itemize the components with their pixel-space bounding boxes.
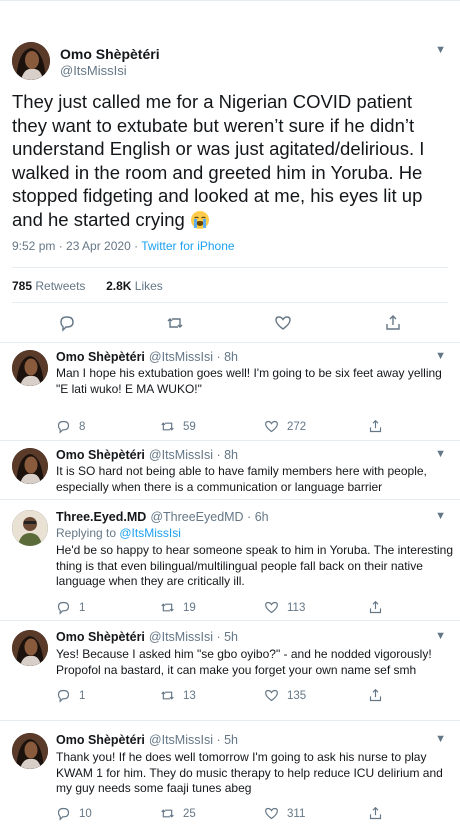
top-border <box>0 0 460 1</box>
reply-count: 8 <box>79 420 86 433</box>
share-button[interactable] <box>368 419 383 434</box>
like-count: 272 <box>287 420 307 433</box>
like-count: 113 <box>287 601 306 614</box>
chevron-down-icon[interactable]: ▼ <box>435 510 446 522</box>
likes-label: Likes <box>134 279 163 293</box>
likes-stat[interactable]: 2.8K Likes <box>106 279 163 293</box>
tweet-timestamp[interactable]: 9:52 pm · 23 Apr 2020 · <box>12 239 141 253</box>
reply-button[interactable]: 8 <box>56 419 85 434</box>
reply-header: Three.Eyed.MD @ThreeEyedMD · 6h <box>56 510 269 524</box>
loudly-crying-face-emoji-icon <box>190 210 210 230</box>
reply-button[interactable]: 1 <box>56 688 85 703</box>
reply-header: Omo Shèpètéri @ItsMissIsi · 8h <box>56 350 238 364</box>
author-avatar[interactable] <box>12 630 48 666</box>
retweets-stat[interactable]: 785 Retweets <box>12 279 85 293</box>
author-avatar[interactable] <box>12 448 48 484</box>
chevron-down-icon[interactable]: ▼ <box>435 630 446 642</box>
reply-header: Omo Shèpètéri @ItsMissIsi · 5h <box>56 733 238 747</box>
retweet-button[interactable]: 19 <box>160 600 196 615</box>
author-avatar[interactable] <box>12 42 50 80</box>
like-button[interactable]: 272 <box>264 419 306 434</box>
retweet-button[interactable]: 59 <box>160 419 196 434</box>
divider <box>12 302 448 303</box>
share-button[interactable] <box>368 688 383 703</box>
reply-header: Omo Shèpètéri @ItsMissIsi · 8h <box>56 448 238 462</box>
reply-text: Yes! Because I asked him "se gbo oyibo?"… <box>56 647 432 677</box>
author-handle[interactable]: @ItsMissIsi <box>60 63 127 78</box>
author-name[interactable]: Omo Shèpètéri <box>56 733 145 747</box>
chevron-down-icon[interactable]: ▼ <box>435 44 446 56</box>
author-name[interactable]: Omo Shèpètéri <box>56 448 145 462</box>
retweet-button[interactable]: 13 <box>160 688 196 703</box>
reply-actions: 10 25 311 <box>56 806 416 822</box>
reply-header: Omo Shèpètéri @ItsMissIsi · 5h <box>56 630 238 644</box>
reply-text: Man I hope his extubation goes well! I'm… <box>56 366 442 396</box>
author-avatar[interactable] <box>12 733 48 769</box>
tweet-actions <box>0 314 460 334</box>
tweet-stats: 785 Retweets 2.8K Likes <box>12 279 163 293</box>
author-handle[interactable]: @ItsMissIsi · 8h <box>149 448 238 462</box>
author-name[interactable]: Omo Shèpètéri <box>56 350 145 364</box>
chevron-down-icon[interactable]: ▼ <box>435 350 446 362</box>
author-handle[interactable]: @ItsMissIsi · 5h <box>149 733 238 747</box>
like-button[interactable]: 113 <box>264 600 305 615</box>
reply-text: It is SO hard not being able to have fam… <box>56 464 427 494</box>
like-icon[interactable] <box>274 314 292 332</box>
divider <box>0 720 460 721</box>
reply-count: 10 <box>79 807 92 820</box>
divider <box>0 499 460 500</box>
author-name[interactable]: Omo Shèpètéri <box>56 630 145 644</box>
author-handle[interactable]: @ThreeEyedMD · 6h <box>150 510 268 524</box>
chevron-down-icon[interactable]: ▼ <box>435 448 446 460</box>
divider <box>12 267 448 268</box>
author-name[interactable]: Three.Eyed.MD <box>56 510 146 524</box>
like-button[interactable]: 311 <box>264 806 305 821</box>
tweet-meta: 9:52 pm · 23 Apr 2020 · Twitter for iPho… <box>12 239 235 253</box>
share-button[interactable] <box>368 806 383 821</box>
reply-button[interactable]: 10 <box>56 806 92 821</box>
divider <box>0 342 460 343</box>
divider <box>0 620 460 621</box>
author-handle[interactable]: @ItsMissIsi · 8h <box>149 350 238 364</box>
like-count: 311 <box>287 807 306 820</box>
tweet-text: They just called me for a Nigerian COVID… <box>12 90 450 231</box>
reply-count: 1 <box>79 601 86 614</box>
reply-actions: 1 19 113 <box>56 600 416 616</box>
reply-text: He'd be so happy to hear someone speak t… <box>56 543 453 588</box>
replying-to-mention[interactable]: @ItsMissIsi <box>119 526 181 540</box>
replying-to: Replying to @ItsMissIsi <box>56 526 181 540</box>
retweet-count: 13 <box>183 689 196 702</box>
author-avatar[interactable] <box>12 510 48 546</box>
tweet-source[interactable]: Twitter for iPhone <box>141 239 234 253</box>
likes-count: 2.8K <box>106 279 132 293</box>
retweet-count: 19 <box>183 601 196 614</box>
retweet-button[interactable]: 25 <box>160 806 196 821</box>
share-icon[interactable] <box>384 314 402 332</box>
divider <box>0 440 460 441</box>
retweet-count: 25 <box>183 807 196 820</box>
reply-count: 1 <box>79 689 86 702</box>
reply-button[interactable]: 1 <box>56 600 85 615</box>
like-button[interactable]: 135 <box>264 688 306 703</box>
retweet-icon[interactable] <box>166 314 184 332</box>
like-count: 135 <box>287 689 307 702</box>
retweet-count: 59 <box>183 420 196 433</box>
author-avatar[interactable] <box>12 350 48 386</box>
reply-actions: 8 59 272 <box>56 419 416 435</box>
reply-actions: 1 13 135 <box>56 688 416 704</box>
tweet-text-content: They just called me for a Nigerian COVID… <box>12 91 425 230</box>
replying-to-label: Replying to <box>56 526 120 540</box>
reply-text: Thank you! If he does well tomorrow I'm … <box>56 750 443 795</box>
reply-icon[interactable] <box>58 314 76 332</box>
retweets-count: 785 <box>12 279 33 293</box>
chevron-down-icon[interactable]: ▼ <box>435 733 446 745</box>
share-button[interactable] <box>368 600 383 615</box>
retweets-label: Retweets <box>35 279 86 293</box>
author-handle[interactable]: @ItsMissIsi · 5h <box>149 630 238 644</box>
author-name[interactable]: Omo Shèpètéri <box>60 46 160 62</box>
